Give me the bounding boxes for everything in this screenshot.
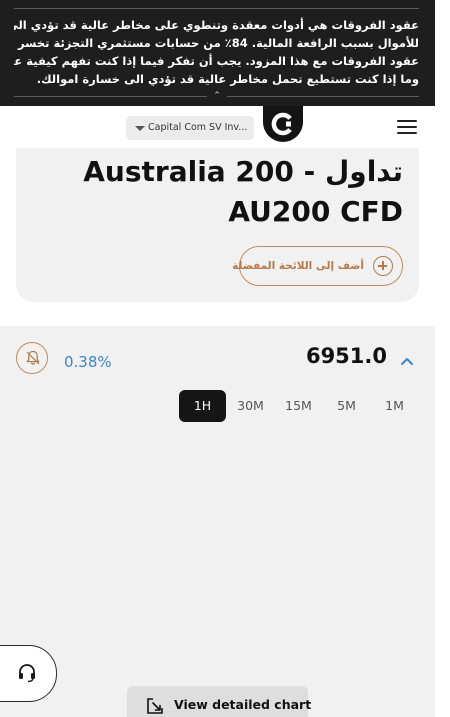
- risk-warning-line: للأموال بسبب الرافعة المالية. 84٪ من حسا…: [14, 36, 419, 50]
- entity-select[interactable]: Capital Com SV Inv...: [126, 116, 254, 140]
- price-chart-panel: 0.38% 6951.0 1H 30M 15M 5M 1M: [0, 326, 435, 717]
- headset-icon: [19, 664, 35, 683]
- risk-warning-line: عقود الفروقات هي أدوات معقدة وتنطوي على …: [14, 18, 419, 32]
- page-title: تداول - Australia 200 AU200 CFD: [23, 152, 403, 232]
- support-chat-button[interactable]: [0, 645, 57, 702]
- current-price: 6951.0: [305, 344, 387, 368]
- double-chevron-up-icon[interactable]: ⌃: [207, 89, 227, 103]
- timeframe-15m[interactable]: 15M: [275, 390, 322, 422]
- timeframe-5m[interactable]: 5M: [323, 390, 370, 422]
- view-detailed-chart-label: View detailed chart: [174, 697, 312, 712]
- watchlist-label: أضف إلى اللائحة المفضلة: [232, 260, 364, 272]
- view-detailed-chart-button[interactable]: View detailed chart: [127, 686, 312, 717]
- timeframe-1m[interactable]: 1M: [371, 390, 418, 422]
- caret-down-icon: [135, 126, 145, 131]
- bell-icon: [26, 350, 40, 365]
- page-title-line: تداول - Australia 200: [83, 155, 403, 188]
- add-to-watchlist-button[interactable]: أضف إلى اللائحة المفضلة: [232, 246, 403, 286]
- risk-warning-banner: عقود الفروقات هي أدوات معقدة وتنطوي على …: [0, 0, 435, 106]
- page-title-line: AU200 CFD: [228, 195, 403, 228]
- risk-warning-text: عقود الفروقات هي أدوات معقدة وتنطوي على …: [14, 16, 419, 88]
- risk-warning-line: وما إذا كنت تستطيع تحمل مخاطر عالية قد ت…: [36, 72, 419, 86]
- timeframe-30m[interactable]: 30M: [227, 390, 274, 422]
- site-header: Capital Com SV Inv...: [0, 106, 435, 148]
- plus-circle-icon: [373, 256, 393, 276]
- capital-com-logo-icon[interactable]: [263, 106, 303, 142]
- risk-warning-line: عقود الفروقات مع هذا المزود. يجب أن تفكر…: [14, 54, 419, 68]
- hamburger-menu-icon[interactable]: [397, 120, 417, 134]
- timeframe-1h[interactable]: 1H: [179, 390, 226, 422]
- price-change-percent: 0.38%: [64, 353, 112, 371]
- entity-select-value: Capital Com SV Inv...: [148, 122, 248, 133]
- instrument-title-card: تداول - Australia 200 AU200 CFD أضف إلى …: [16, 148, 419, 302]
- chevron-up-icon[interactable]: [400, 356, 414, 366]
- price-alert-button[interactable]: [16, 342, 48, 374]
- expand-arrow-icon: [147, 698, 163, 714]
- banner-divider-top: [14, 8, 419, 9]
